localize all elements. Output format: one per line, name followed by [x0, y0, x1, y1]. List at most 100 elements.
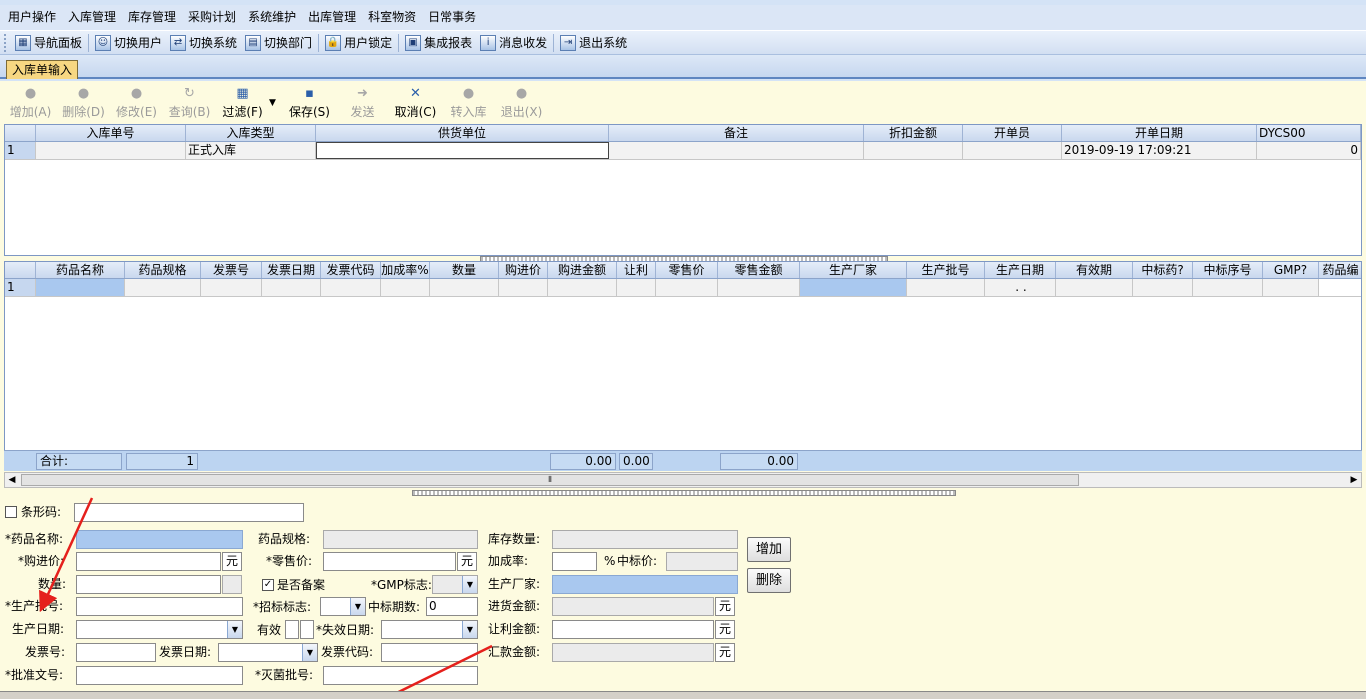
column-header[interactable]: 折扣金额 — [864, 125, 963, 141]
barcode-input[interactable] — [74, 503, 304, 522]
exit-action-button[interactable]: ● 退出(X) — [495, 84, 548, 120]
send-action-button[interactable]: ➜ 发送 — [336, 84, 389, 120]
invoice-no-input[interactable] — [76, 643, 156, 662]
switch-department-button[interactable]: ▤ 切换部门 — [241, 32, 316, 54]
valid-input-a[interactable] — [285, 620, 299, 639]
column-header[interactable]: 药品编 — [1319, 262, 1361, 278]
horizontal-scrollbar[interactable]: ◀ ⦀ ▶ — [4, 472, 1362, 488]
cell-expiry[interactable] — [1056, 279, 1133, 296]
gmp-flag-select[interactable]: ▼ — [432, 575, 478, 594]
delete-drug-button[interactable]: 删除 — [747, 568, 791, 593]
column-header[interactable]: 零售金额 — [718, 262, 800, 278]
column-header[interactable]: DYCS00 — [1257, 125, 1361, 141]
menu-stock-in[interactable]: 入库管理 — [62, 5, 122, 30]
cell-order-no[interactable] — [36, 142, 186, 159]
transfer-stock-button[interactable]: ● 转入库 — [442, 84, 495, 120]
cell-purchase-amount[interactable] — [548, 279, 617, 296]
purchase-price-input[interactable] — [76, 552, 221, 571]
prod-date-picker[interactable]: ▼ — [76, 620, 243, 639]
column-header[interactable]: 数量 — [430, 262, 499, 278]
approval-no-input[interactable] — [76, 666, 243, 685]
cancel-action-button[interactable]: ✕ 取消(C) — [389, 84, 442, 120]
cell-invoice-date[interactable] — [262, 279, 321, 296]
invoice-code-input[interactable] — [381, 643, 478, 662]
cell-retail-amount[interactable] — [718, 279, 800, 296]
column-header[interactable]: 生产批号 — [907, 262, 985, 278]
drug-name-input[interactable] — [76, 530, 243, 549]
filter-dropdown-arrow[interactable]: ▼ — [269, 84, 283, 108]
cell-remark[interactable] — [609, 142, 864, 159]
cell-discount[interactable] — [864, 142, 963, 159]
cell-discount[interactable] — [617, 279, 656, 296]
bid-flag-select[interactable]: ▼ — [320, 597, 366, 616]
cell-stock-type[interactable]: 正式入库 — [186, 142, 316, 159]
exit-system-button[interactable]: ⇥ 退出系统 — [556, 32, 631, 54]
column-header[interactable]: 发票号 — [201, 262, 262, 278]
cell-dycs00[interactable]: 0 — [1257, 142, 1361, 159]
column-header[interactable]: 开单员 — [963, 125, 1062, 141]
column-header[interactable]: 零售价 — [656, 262, 718, 278]
column-header[interactable]: 购进价 — [499, 262, 548, 278]
menu-stock-out[interactable]: 出库管理 — [302, 5, 362, 30]
qty-input[interactable] — [76, 575, 221, 594]
menu-system-maintenance[interactable]: 系统维护 — [242, 5, 302, 30]
cell-drug-code[interactable] — [1319, 279, 1361, 296]
nav-panel-button[interactable]: ▦ 导航面板 — [11, 32, 86, 54]
stock-qty-input[interactable] — [552, 530, 738, 549]
column-header[interactable]: 生产日期 — [985, 262, 1056, 278]
cell-markup[interactable] — [381, 279, 430, 296]
filter-action-button[interactable]: ▦ 过滤(F) — [216, 84, 269, 120]
markup-input[interactable] — [552, 552, 597, 571]
scroll-right-icon[interactable]: ▶ — [1347, 473, 1361, 487]
column-header[interactable]: 有效期 — [1056, 262, 1133, 278]
scroll-thumb[interactable]: ⦀ — [21, 474, 1079, 486]
expiry-date-picker[interactable]: ▼ — [381, 620, 478, 639]
column-header[interactable] — [5, 125, 36, 141]
table-row[interactable]: 1 . . — [5, 279, 1361, 297]
valid-input-b[interactable] — [300, 620, 314, 639]
cell-gmp[interactable] — [1263, 279, 1319, 296]
user-lock-button[interactable]: 🔒 用户锁定 — [321, 32, 396, 54]
cell-purchase-price[interactable] — [499, 279, 548, 296]
tab-stock-in-entry[interactable]: 入库单输入 — [6, 60, 79, 79]
table-row[interactable]: 1 正式入库 2019-09-19 17:09:21 0 — [5, 142, 1361, 160]
menu-purchase-plan[interactable]: 采购计划 — [182, 5, 242, 30]
bid-period-stepper[interactable]: 0 — [426, 597, 478, 616]
cell-drug-name[interactable] — [36, 279, 125, 296]
retail-price-input[interactable] — [323, 552, 456, 571]
add-drug-button[interactable]: 增加 — [747, 537, 791, 562]
drug-spec-input[interactable] — [323, 530, 478, 549]
filed-checkbox[interactable]: ✓ — [262, 579, 274, 591]
switch-system-button[interactable]: ⇄ 切换系统 — [166, 32, 241, 54]
column-header[interactable]: 发票日期 — [262, 262, 321, 278]
switch-user-button[interactable]: ☺ 切换用户 — [91, 32, 166, 54]
column-header[interactable]: 生产厂家 — [800, 262, 907, 278]
add-action-button[interactable]: ● 增加(A) — [4, 84, 57, 120]
barcode-checkbox[interactable] — [5, 506, 17, 518]
message-button[interactable]: i 消息收发 — [476, 32, 551, 54]
cell-bid-no[interactable] — [1193, 279, 1263, 296]
column-header[interactable]: 发票代码 — [321, 262, 381, 278]
menu-inventory[interactable]: 库存管理 — [122, 5, 182, 30]
cell-retail-price[interactable] — [656, 279, 718, 296]
cell-supplier[interactable] — [316, 142, 609, 159]
stock-in-header-grid[interactable]: 入库单号 入库类型 供货单位 备注 折扣金额 开单员 开单日期 DYCS00 1… — [4, 124, 1362, 256]
cell-operator[interactable] — [963, 142, 1062, 159]
manufacturer-input[interactable] — [552, 575, 738, 594]
cell-qty[interactable] — [430, 279, 499, 296]
column-header[interactable]: 入库类型 — [186, 125, 316, 141]
column-header[interactable]: 供货单位 — [316, 125, 609, 141]
menu-dept-supplies[interactable]: 科室物资 — [362, 5, 422, 30]
batch-input[interactable] — [76, 597, 243, 616]
cell-invoice-no[interactable] — [201, 279, 262, 296]
cell-bid-drug[interactable] — [1133, 279, 1193, 296]
cell-prod-date[interactable]: . . — [985, 279, 1056, 296]
query-action-button[interactable]: ↻ 查询(B) — [163, 84, 216, 120]
column-header[interactable]: 让利 — [617, 262, 656, 278]
column-header[interactable]: 入库单号 — [36, 125, 186, 141]
menu-user-ops[interactable]: 用户操作 — [2, 5, 62, 30]
incoming-amount-input[interactable] — [552, 597, 714, 616]
bid-price-input[interactable] — [666, 552, 738, 571]
cell-manufacturer[interactable] — [800, 279, 907, 296]
column-header[interactable]: 药品名称 — [36, 262, 125, 278]
